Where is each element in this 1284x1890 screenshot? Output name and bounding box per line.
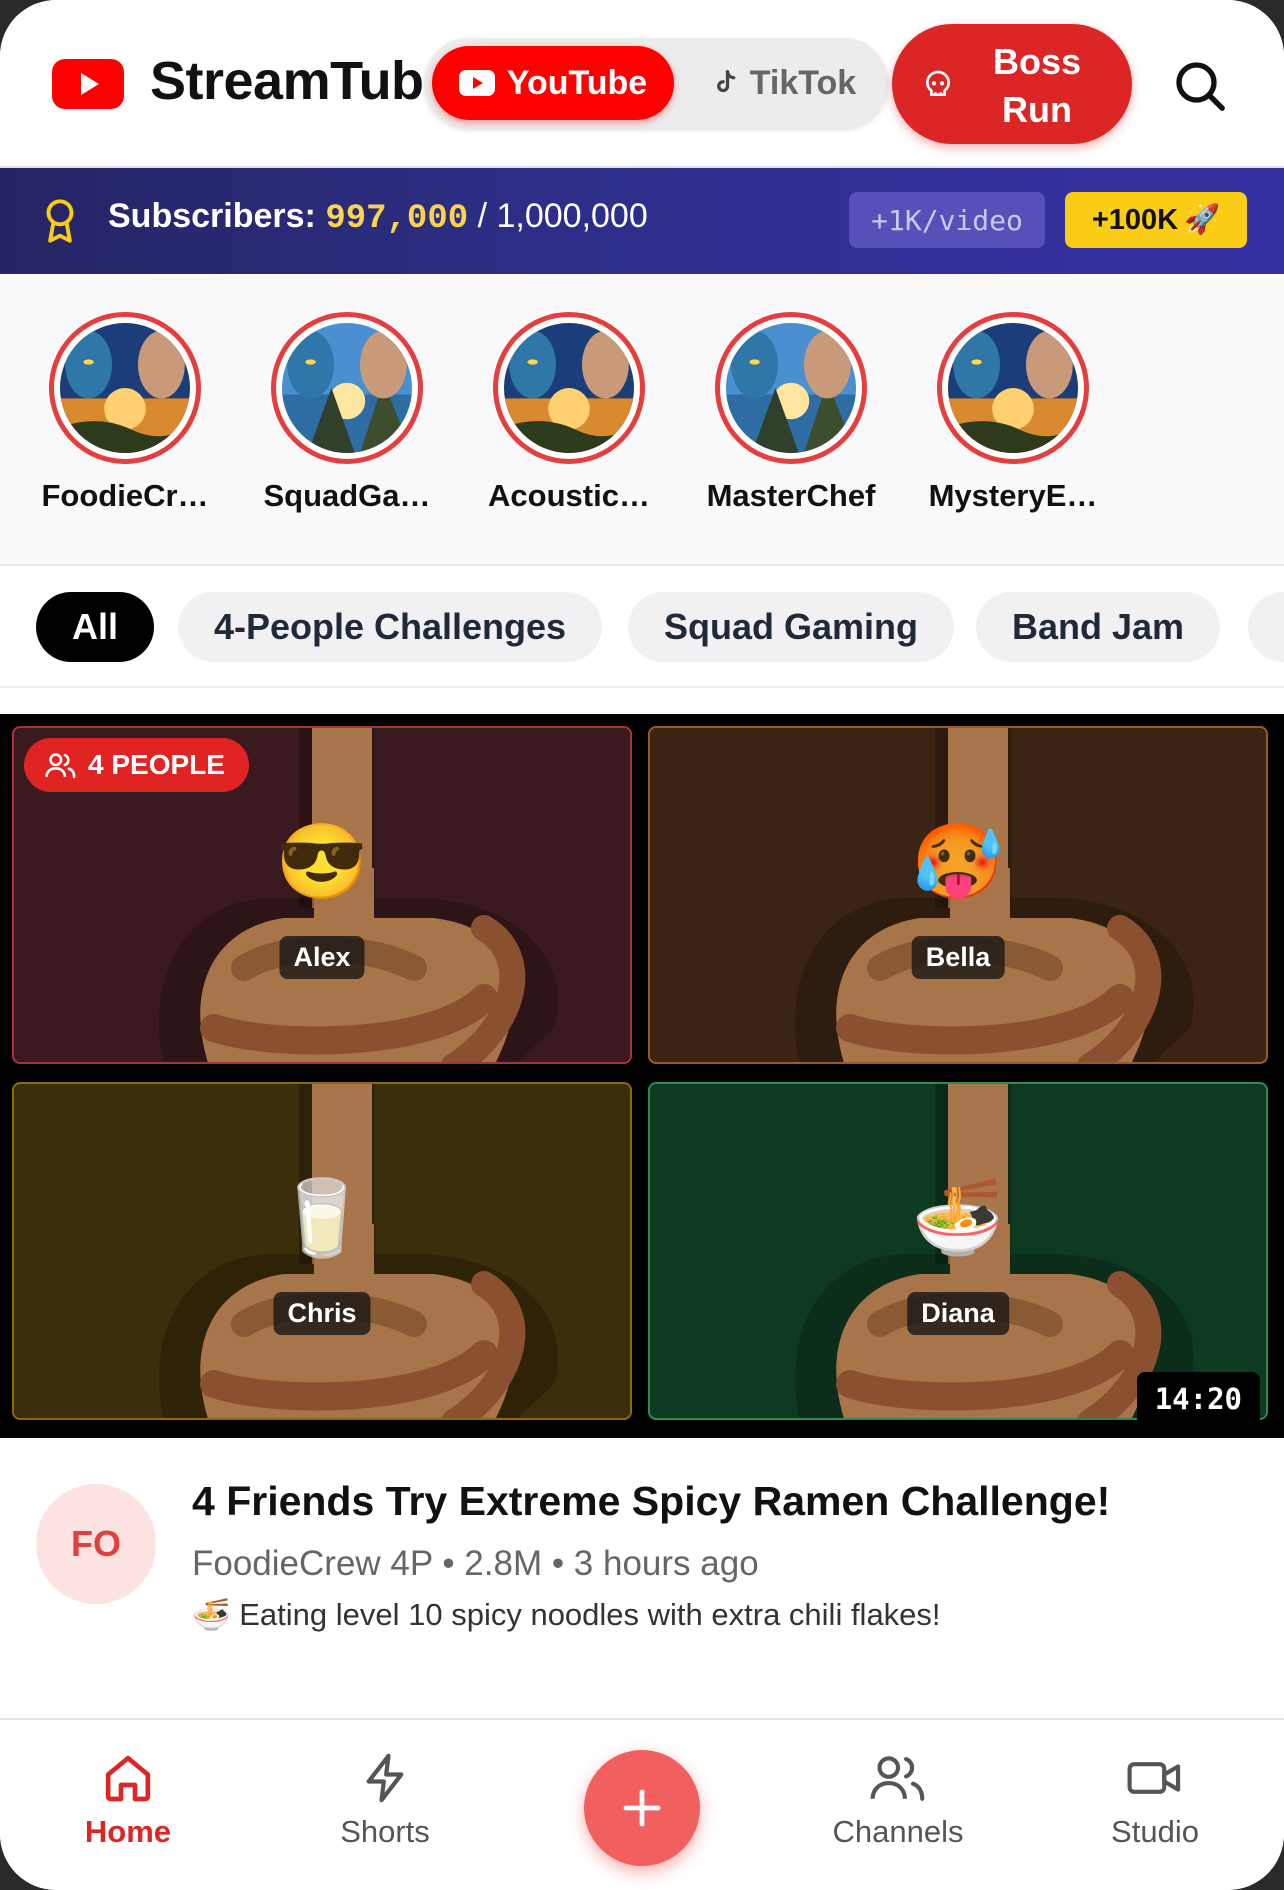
subscriber-rate-badge: +1K/video: [849, 192, 1045, 248]
nav-shorts[interactable]: Shorts: [285, 1750, 485, 1850]
subscriber-progress-bar: Subscribers: 997,000 / 1,000,000 +1K/vid…: [0, 168, 1284, 274]
boss-run-label: Boss Run: [992, 41, 1082, 130]
channel-avatar-image: [948, 323, 1078, 453]
video-thumbnail[interactable]: 🍜 Diana 🥛 Chris 🥵 Bella 😎 Alex 4 PEOPLE 14:20: [0, 714, 1284, 1438]
award-icon: [46, 199, 74, 243]
participant-tile: 🥵 Bella: [648, 726, 1268, 1064]
platform-youtube-label: YouTube: [506, 63, 648, 102]
participant-name: Alex: [279, 936, 365, 979]
participant-tile: 🍜 Diana: [648, 1082, 1268, 1420]
story-channel[interactable]: SquadGa…: [252, 312, 442, 514]
nav-studio-label: Studio: [1111, 1814, 1199, 1849]
video-title[interactable]: 4 Friends Try Extreme Spicy Ramen Challe…: [192, 1478, 1110, 1525]
nav-home[interactable]: Home: [28, 1750, 228, 1850]
subscriber-label: Subscribers:: [108, 197, 316, 235]
story-channel-name: FoodieCr…: [41, 478, 209, 513]
video-camera-icon: [1127, 1762, 1181, 1794]
top-header: StreamTube YouTube TikTok Boss Run: [0, 0, 1284, 168]
channel-avatar-image: [726, 323, 856, 453]
bolt-icon: [366, 1753, 404, 1803]
nav-studio[interactable]: Studio: [1055, 1750, 1255, 1850]
youtube-icon: [458, 70, 495, 96]
channel-avatar-image: [60, 323, 190, 453]
channel-stories-row: FoodieCr… SquadGa… Acoustic… MasterChef Myst…: [0, 276, 1284, 566]
video-description-text: Eating level 10 spicy noodles with extra…: [239, 1597, 941, 1632]
nav-channels-label: Channels: [832, 1814, 964, 1849]
platform-toggle: YouTube TikTok: [424, 38, 888, 128]
participant-emoji: 😎: [275, 820, 369, 903]
app-screen: StreamTube YouTube TikTok Boss Run Subscr…: [0, 0, 1284, 1890]
skull-icon: [925, 70, 951, 96]
search-icon[interactable]: [1172, 58, 1228, 114]
people-count-badge: 4 PEOPLE: [24, 738, 249, 792]
channel-avatar-image: [504, 323, 634, 453]
youtube-logo-icon: [52, 59, 124, 109]
ramen-icon: 🍜: [192, 1597, 231, 1632]
subscriber-count: 997,000: [325, 200, 469, 238]
participant-name: Bella: [911, 936, 1005, 979]
participant-emoji: 🍜: [911, 1176, 1005, 1259]
platform-youtube-button[interactable]: YouTube: [432, 46, 674, 120]
boss-run-button[interactable]: Boss Run: [892, 24, 1132, 144]
boost-100k-button[interactable]: +100K 🚀: [1065, 192, 1247, 248]
create-button[interactable]: [584, 1750, 700, 1866]
participant-tile: 🥛 Chris: [12, 1082, 632, 1420]
users-icon: [45, 753, 76, 779]
users-icon: [870, 1756, 925, 1801]
story-ring: [493, 312, 645, 464]
story-ring: [937, 312, 1089, 464]
nav-shorts-label: Shorts: [340, 1814, 430, 1849]
story-channel[interactable]: MysteryE…: [918, 312, 1108, 514]
participant-emoji: 🥵: [911, 820, 1005, 903]
channel-avatar-image: [282, 323, 412, 453]
video-info[interactable]: FO 4 Friends Try Extreme Spicy Ramen Cha…: [0, 1438, 1284, 1718]
participant-emoji: 🥛: [275, 1176, 369, 1259]
tiktok-icon: [716, 70, 736, 93]
story-channel-name: MysteryE…: [928, 478, 1098, 513]
rocket-icon: 🚀: [1184, 204, 1221, 236]
subscriber-goal: / 1,000,000: [477, 197, 648, 235]
participant-name: Diana: [907, 1292, 1009, 1335]
category-chips: All 4-People Challenges Squad Gaming Band J…: [0, 566, 1284, 688]
app-title: StreamTube: [150, 51, 454, 111]
category-chip-overflow[interactable]: [1248, 592, 1284, 662]
video-meta: FoodieCrew 4P • 2.8M • 3 hours ago: [192, 1544, 759, 1583]
participant-name: Chris: [273, 1292, 371, 1335]
nav-home-label: Home: [84, 1814, 172, 1849]
subscriber-text: Subscribers: 997,000 / 1,000,000: [108, 197, 648, 238]
category-chip[interactable]: All: [36, 592, 154, 662]
story-channel-name: SquadGa…: [263, 478, 431, 513]
nav-channels[interactable]: Channels: [798, 1750, 998, 1850]
story-channel-name: MasterChef: [706, 478, 876, 513]
platform-tiktok-label: TikTok: [749, 63, 857, 102]
video-description: 🍜 Eating level 10 spicy noodles with ext…: [192, 1596, 941, 1633]
platform-tiktok-button[interactable]: TikTok: [686, 46, 880, 120]
home-icon: [105, 1755, 151, 1802]
story-ring: [271, 312, 423, 464]
story-ring: [49, 312, 201, 464]
category-chip[interactable]: Squad Gaming: [628, 592, 954, 662]
story-channel[interactable]: Acoustic…: [474, 312, 664, 514]
channel-avatar[interactable]: FO: [36, 1484, 156, 1604]
boost-label: +100K: [1091, 203, 1179, 236]
story-channel[interactable]: MasterChef: [696, 312, 886, 514]
story-ring: [715, 312, 867, 464]
category-chip[interactable]: 4-People Challenges: [178, 592, 602, 662]
story-channel-name: Acoustic…: [488, 478, 650, 513]
bottom-navigation: Home Shorts Channels Studio: [0, 1718, 1284, 1890]
plus-icon: [623, 1789, 661, 1827]
story-channel[interactable]: FoodieCr…: [30, 312, 220, 514]
people-badge-label: 4 PEOPLE: [88, 749, 225, 780]
category-chip[interactable]: Band Jam: [976, 592, 1220, 662]
video-duration: 14:20: [1136, 1372, 1260, 1426]
